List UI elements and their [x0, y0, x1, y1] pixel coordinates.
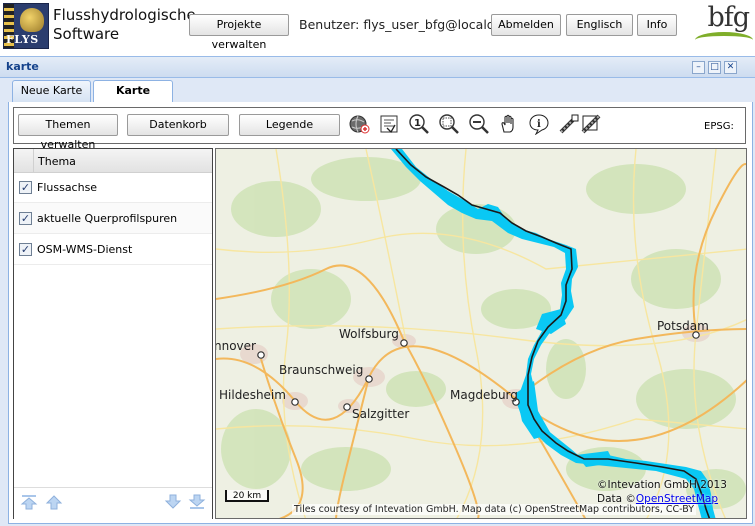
scale-bar: 20 km: [225, 490, 269, 502]
theme-label: Flussachse: [37, 181, 98, 194]
maximize-icon[interactable]: □: [708, 61, 721, 74]
move-down-icon[interactable]: [164, 493, 182, 511]
user-label: Benutzer: flys_user_bfg@localdb: [299, 17, 503, 32]
theme-label: OSM-WMS-Dienst: [37, 243, 133, 256]
move-to-top-icon[interactable]: [20, 493, 38, 511]
zoom-to-max-icon[interactable]: 1: [408, 113, 430, 135]
measure-line-icon[interactable]: [558, 113, 580, 135]
add-wms-globe-icon[interactable]: [348, 113, 370, 135]
copyright-line1: ©Intevation GmbH 2013: [597, 479, 727, 491]
theme-checkbox-column: [14, 149, 34, 172]
move-up-icon[interactable]: [45, 493, 63, 511]
app-title-line2: Software: [53, 25, 120, 43]
theme-column-header[interactable]: Thema: [38, 155, 76, 168]
close-icon[interactable]: ✕: [724, 61, 737, 74]
theme-checkbox[interactable]: ✓: [19, 243, 32, 256]
epsg-label: EPSG:: [704, 121, 734, 132]
bfg-logo: bfg: [693, 2, 753, 48]
pan-hand-icon[interactable]: [498, 113, 520, 135]
datastore-button[interactable]: Datenkorb: [127, 114, 229, 136]
tiles-credit: Tiles courtesy of Intevation GmbH. Map d…: [292, 504, 697, 515]
info-button[interactable]: Info: [637, 14, 677, 36]
minimize-icon[interactable]: –: [692, 61, 705, 74]
manage-projects-button[interactable]: Projekte verwalten: [189, 14, 289, 51]
print-export-icon[interactable]: [378, 113, 400, 135]
map-copyright: ©Intevation GmbH 2013 Data ©OpenStreetMa…: [597, 478, 727, 506]
city-label: Wolfsburg: [339, 327, 399, 341]
window-title: karte: [6, 60, 39, 73]
theme-label: aktuelle Querprofilspuren: [37, 212, 178, 225]
bfg-logo-text: bfg: [707, 2, 750, 33]
move-to-bottom-icon[interactable]: [188, 493, 206, 511]
city-label: Hildesheim: [219, 388, 286, 402]
measure-area-icon[interactable]: [580, 113, 602, 135]
theme-panel-footer: [14, 487, 212, 519]
legend-button[interactable]: Legende: [239, 114, 340, 136]
city-label: Magdeburg: [450, 388, 518, 402]
map-canvas[interactable]: Potsdam Wolfsburg nnover Braunschweig Hi…: [216, 149, 747, 519]
zoom-out-icon[interactable]: [468, 113, 490, 135]
app-title-line1: Flusshydrologische: [53, 6, 196, 24]
flys-logo-text: FLYS: [6, 33, 39, 46]
language-button[interactable]: Englisch: [566, 14, 633, 36]
map-view[interactable]: Potsdam Wolfsburg nnover Braunschweig Hi…: [215, 148, 747, 519]
city-label: Salzgitter: [352, 407, 409, 421]
city-label: nnover: [216, 339, 256, 353]
svg-text:1: 1: [414, 118, 421, 129]
svg-text:i: i: [537, 119, 541, 130]
app-title: Flusshydrologische Software: [53, 6, 196, 44]
tab-map[interactable]: Karte: [93, 80, 173, 103]
logout-button[interactable]: Abmelden: [491, 14, 561, 36]
tab-new-map[interactable]: Neue Karte: [12, 80, 91, 102]
city-label: Potsdam: [657, 319, 709, 333]
zoom-box-icon[interactable]: [438, 113, 460, 135]
flys-logo: FLYS: [3, 3, 49, 49]
window-titlebar: [0, 57, 755, 78]
info-icon[interactable]: i: [528, 113, 550, 135]
manage-themes-button[interactable]: Themen verwalten: [18, 114, 118, 151]
city-label: Braunschweig: [279, 363, 363, 377]
theme-checkbox[interactable]: ✓: [19, 212, 32, 225]
theme-checkbox[interactable]: ✓: [19, 181, 32, 194]
